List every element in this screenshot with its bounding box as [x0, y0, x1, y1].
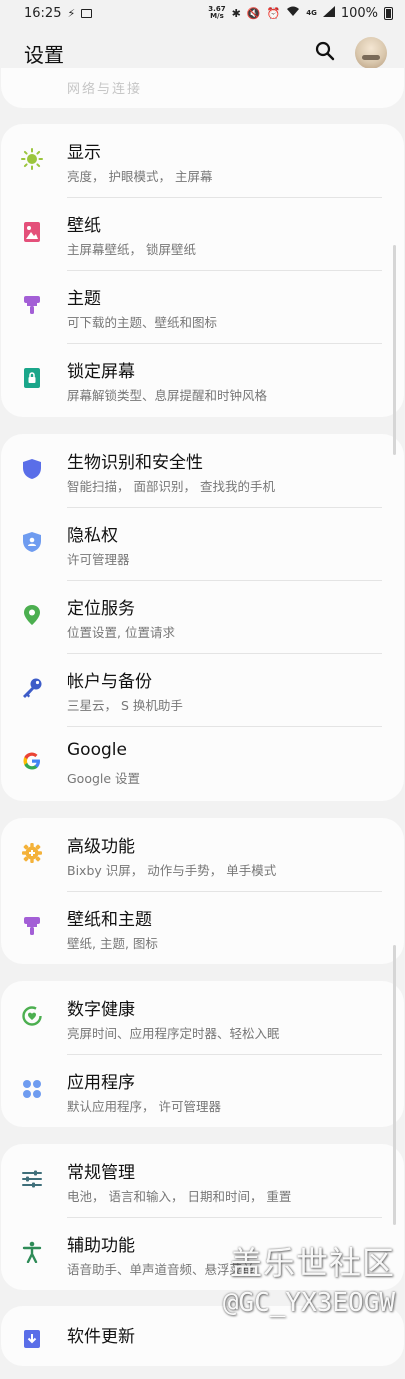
settings-group-advanced: 高级功能 Bixby 识屏， 动作与手势， 单手模式 壁纸和主题 壁纸, 主题,… [1, 818, 404, 964]
settings-item-themes[interactable]: 主题 可下载的主题、壁纸和图标 [1, 270, 404, 343]
item-subtitle: 亮屏时间、应用程序定时器、轻松入眠 [67, 1026, 280, 1041]
item-title: 数字健康 [67, 1000, 135, 1020]
apps-grid-icon [21, 1078, 43, 1100]
item-title: 锁定屏幕 [67, 362, 135, 382]
partial-item-label: 网络与连接 [67, 82, 143, 97]
notification-icon: ⚡ [67, 6, 76, 20]
item-title: 高级功能 [67, 837, 135, 857]
settings-item-advanced-features[interactable]: 高级功能 Bixby 识屏， 动作与手势， 单手模式 [1, 818, 404, 891]
item-subtitle: 许可管理器 [67, 552, 130, 567]
paintbrush-icon [21, 915, 43, 937]
settings-item-wallpapers-themes[interactable]: 壁纸和主题 壁纸, 主题, 图标 [1, 891, 404, 964]
item-title: 主题 [67, 289, 101, 309]
lte-signal-icon: 4G [306, 9, 317, 17]
settings-group-wellbeing: 数字健康 亮屏时间、应用程序定时器、轻松入眠 应用程序 默认应用程序， 许可管理… [1, 981, 404, 1127]
shield-icon [21, 458, 43, 480]
sliders-icon [21, 1168, 43, 1190]
profile-avatar[interactable] [355, 37, 387, 69]
settings-group-security: 生物识别和安全性 智能扫描， 面部识别， 查找我的手机 隐私权 许可管理器 定位… [1, 434, 404, 801]
image-icon [81, 8, 93, 18]
settings-item-apps[interactable]: 应用程序 默认应用程序， 许可管理器 [1, 1054, 404, 1127]
paintbrush-icon [21, 294, 43, 316]
item-title: 壁纸 [67, 216, 101, 236]
item-subtitle: 主屏幕壁纸， 锁屏壁纸 [67, 242, 196, 257]
settings-item-location[interactable]: 定位服务 位置设置, 位置请求 [1, 580, 404, 653]
item-title: 应用程序 [67, 1073, 135, 1093]
settings-item-privacy[interactable]: 隐私权 许可管理器 [1, 507, 404, 580]
item-subtitle: 位置设置, 位置请求 [67, 625, 175, 640]
settings-item-wallpaper[interactable]: 壁纸 主屏幕壁纸， 锁屏壁纸 [1, 197, 404, 270]
key-icon [21, 677, 43, 699]
settings-item-biometrics[interactable]: 生物识别和安全性 智能扫描， 面部识别， 查找我的手机 [1, 434, 404, 507]
settings-item-digital-wellbeing[interactable]: 数字健康 亮屏时间、应用程序定时器、轻松入眠 [1, 981, 404, 1054]
item-subtitle: 可下载的主题、壁纸和图标 [67, 315, 218, 330]
item-title: 隐私权 [67, 526, 118, 546]
item-subtitle: 壁纸, 主题, 图标 [67, 936, 158, 951]
item-title: 软件更新 [67, 1327, 135, 1347]
item-title: 帐户与备份 [67, 672, 152, 692]
watermark-community: 盖乐世社区 [229, 1244, 395, 1282]
item-subtitle: 电池， 语言和输入， 日期和时间， 重置 [67, 1189, 292, 1204]
digital-wellbeing-icon [21, 1005, 43, 1027]
mute-icon: 🔇 [246, 6, 261, 20]
item-title: 生物识别和安全性 [67, 453, 203, 473]
status-bar: 16:25 ⚡ 3.67 M/s ✱ 🔇 ⏰ 4G 100% [0, 0, 405, 26]
gear-plus-icon [21, 842, 43, 864]
accessibility-icon [21, 1241, 43, 1263]
item-subtitle: Bixby 识屏， 动作与手势， 单手模式 [67, 863, 277, 878]
settings-item-accounts[interactable]: 帐户与备份 三星云， S 换机助手 [1, 653, 404, 726]
item-title: 辅助功能 [67, 1236, 135, 1256]
scrollbar-thumb[interactable] [393, 945, 396, 1225]
item-title: 定位服务 [67, 599, 135, 619]
battery-percent: 100% [340, 5, 378, 21]
watermark-user-id: @GC_YX3EOGW [222, 1288, 395, 1318]
image-icon [21, 221, 43, 243]
settings-item-google[interactable]: Google Google 设置 [1, 726, 404, 799]
item-title: Google [67, 740, 127, 760]
software-update-icon [21, 1328, 43, 1350]
signal-icon [322, 5, 335, 21]
google-icon [21, 750, 43, 772]
sun-icon [21, 148, 43, 170]
wifi-icon [286, 6, 300, 21]
settings-item-general-management[interactable]: 常规管理 电池， 语言和输入， 日期和时间， 重置 [1, 1144, 404, 1217]
lock-screen-icon [21, 367, 43, 389]
item-subtitle: 语音助手、单声道音频、悬浮菜单 [67, 1262, 255, 1277]
item-subtitle: 默认应用程序， 许可管理器 [67, 1099, 221, 1114]
settings-group-display: 显示 亮度， 护眼模式， 主屏幕 壁纸 主屏幕壁纸， 锁屏壁纸 主题 可下载的主… [1, 124, 404, 417]
settings-item-lock-screen[interactable]: 锁定屏幕 屏幕解锁类型、息屏提醒和时钟风格 [1, 343, 404, 416]
item-subtitle: 智能扫描， 面部识别， 查找我的手机 [67, 479, 275, 494]
item-subtitle: 亮度， 护眼模式， 主屏幕 [67, 169, 213, 184]
item-title: 壁纸和主题 [67, 910, 152, 930]
search-icon[interactable] [315, 41, 335, 65]
partial-settings-card: 网络与连接 [1, 68, 404, 108]
item-subtitle: 三星云， S 换机助手 [67, 698, 183, 713]
item-title: 常规管理 [67, 1163, 135, 1183]
privacy-shield-icon [21, 531, 43, 553]
status-time: 16:25 [24, 5, 62, 21]
scrollbar-thumb[interactable] [393, 245, 396, 455]
location-pin-icon [21, 604, 43, 626]
battery-icon [384, 6, 393, 20]
item-subtitle: Google 设置 [67, 771, 141, 786]
settings-item-display[interactable]: 显示 亮度， 护眼模式， 主屏幕 [1, 124, 404, 197]
item-subtitle: 屏幕解锁类型、息屏提醒和时钟风格 [67, 388, 268, 403]
net-speed: 3.67 M/s [208, 5, 226, 20]
page-title: 设置 [24, 42, 64, 67]
bluetooth-icon: ✱ [231, 6, 241, 20]
alarm-icon: ⏰ [266, 6, 281, 20]
item-title: 显示 [67, 143, 101, 163]
